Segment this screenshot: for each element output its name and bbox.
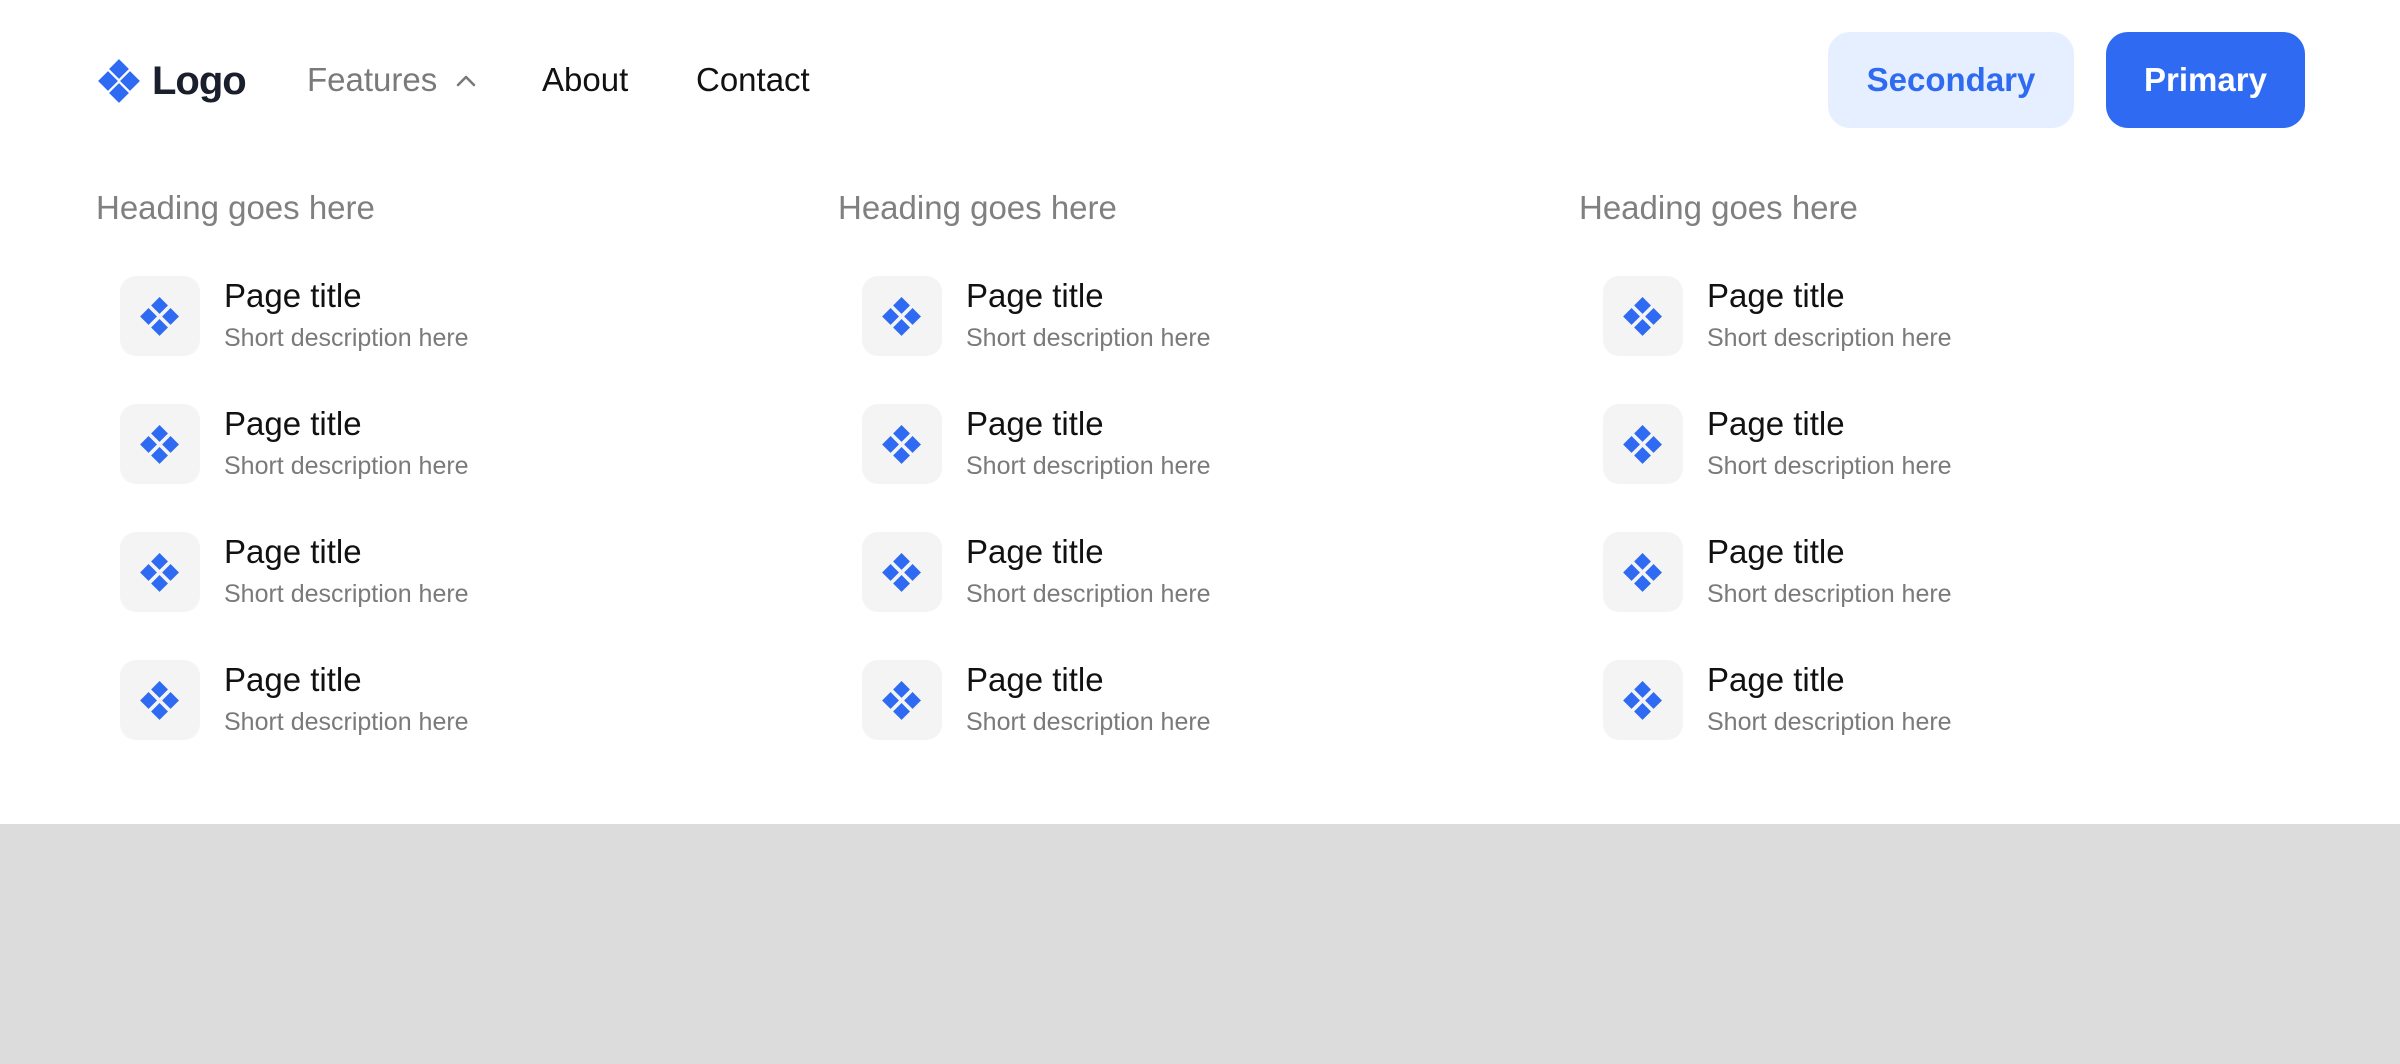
item-title: Page title — [966, 661, 1104, 698]
item-title: Page title — [1707, 277, 1845, 314]
diamond-cluster-icon — [1623, 297, 1662, 336]
item-title: Page title — [1707, 661, 1845, 698]
menu-item[interactable]: Page title Short description here — [120, 660, 720, 744]
item-description: Short description here — [1707, 324, 1952, 352]
item-icon-tile — [1603, 660, 1683, 740]
menu-item[interactable]: Page title Short description here — [862, 532, 1462, 616]
item-description: Short description here — [224, 324, 469, 352]
logo-text: Logo — [152, 58, 247, 103]
column-heading: Heading goes here — [838, 189, 1117, 226]
menu-item[interactable]: Page title Short description here — [862, 660, 1462, 744]
diamond-cluster-icon — [140, 297, 179, 336]
nav-link-about[interactable]: About — [542, 58, 628, 102]
chevron-up-icon — [456, 75, 476, 87]
diamond-cluster-icon — [140, 681, 179, 720]
item-title: Page title — [1707, 405, 1845, 442]
item-description: Short description here — [224, 580, 469, 608]
item-description: Short description here — [224, 452, 469, 480]
diamond-cluster-icon — [1623, 681, 1662, 720]
nav-link-label: Features — [307, 61, 438, 98]
diamond-cluster-icon — [1623, 553, 1662, 592]
item-title: Page title — [1707, 533, 1845, 570]
item-icon-tile — [862, 276, 942, 356]
menu-item[interactable]: Page title Short description here — [862, 276, 1462, 360]
item-icon-tile — [1603, 276, 1683, 356]
diamond-cluster-icon — [140, 425, 179, 464]
item-description: Short description here — [1707, 708, 1952, 736]
item-icon-tile — [1603, 404, 1683, 484]
item-description: Short description here — [966, 452, 1211, 480]
column-heading: Heading goes here — [1579, 189, 1858, 226]
menu-item[interactable]: Page title Short description here — [120, 532, 720, 616]
nav-link-label: About — [542, 61, 629, 98]
item-title: Page title — [224, 533, 362, 570]
top-nav: Logo Features About Contact Secondary Pr… — [0, 0, 2400, 160]
item-title: Page title — [224, 277, 362, 314]
menu-item[interactable]: Page title Short description here — [1603, 404, 2203, 488]
menu-item[interactable]: Page title Short description here — [862, 404, 1462, 488]
diamond-cluster-icon — [882, 681, 921, 720]
item-icon-tile — [120, 404, 200, 484]
diamond-cluster-icon — [882, 425, 921, 464]
item-icon-tile — [120, 276, 200, 356]
item-description: Short description here — [1707, 580, 1952, 608]
diamond-cluster-icon — [882, 297, 921, 336]
item-icon-tile — [862, 532, 942, 612]
primary-button[interactable]: Primary — [2106, 32, 2305, 128]
menu-column: Heading goes here Page title Short descr… — [1579, 180, 2279, 740]
logo[interactable]: Logo — [96, 54, 247, 108]
backdrop-overlay[interactable] — [0, 824, 2400, 1064]
item-icon-tile — [862, 660, 942, 740]
item-icon-tile — [120, 532, 200, 612]
menu-item[interactable]: Page title Short description here — [1603, 276, 2203, 360]
menu-column: Heading goes here Page title Short descr… — [838, 180, 1538, 740]
nav-link-contact[interactable]: Contact — [696, 58, 810, 102]
item-icon-tile — [1603, 532, 1683, 612]
item-description: Short description here — [966, 708, 1211, 736]
item-title: Page title — [224, 405, 362, 442]
navigation-panel: Logo Features About Contact Secondary Pr… — [0, 0, 2400, 824]
menu-item[interactable]: Page title Short description here — [120, 276, 720, 360]
nav-link-features[interactable]: Features — [307, 58, 477, 102]
secondary-button[interactable]: Secondary — [1828, 32, 2074, 128]
logo-icon — [98, 59, 140, 103]
diamond-cluster-icon — [140, 553, 179, 592]
nav-link-label: Contact — [696, 61, 810, 98]
item-title: Page title — [966, 405, 1104, 442]
item-description: Short description here — [224, 708, 469, 736]
menu-item[interactable]: Page title Short description here — [1603, 532, 2203, 616]
item-icon-tile — [120, 660, 200, 740]
menu-item[interactable]: Page title Short description here — [120, 404, 720, 488]
column-heading: Heading goes here — [96, 189, 375, 226]
item-icon-tile — [862, 404, 942, 484]
item-title: Page title — [966, 277, 1104, 314]
item-title: Page title — [224, 661, 362, 698]
item-description: Short description here — [966, 580, 1211, 608]
diamond-cluster-icon — [882, 553, 921, 592]
menu-column: Heading goes here Page title Short descr… — [96, 180, 796, 740]
item-title: Page title — [966, 533, 1104, 570]
item-description: Short description here — [966, 324, 1211, 352]
diamond-cluster-icon — [1623, 425, 1662, 464]
menu-item[interactable]: Page title Short description here — [1603, 660, 2203, 744]
item-description: Short description here — [1707, 452, 1952, 480]
